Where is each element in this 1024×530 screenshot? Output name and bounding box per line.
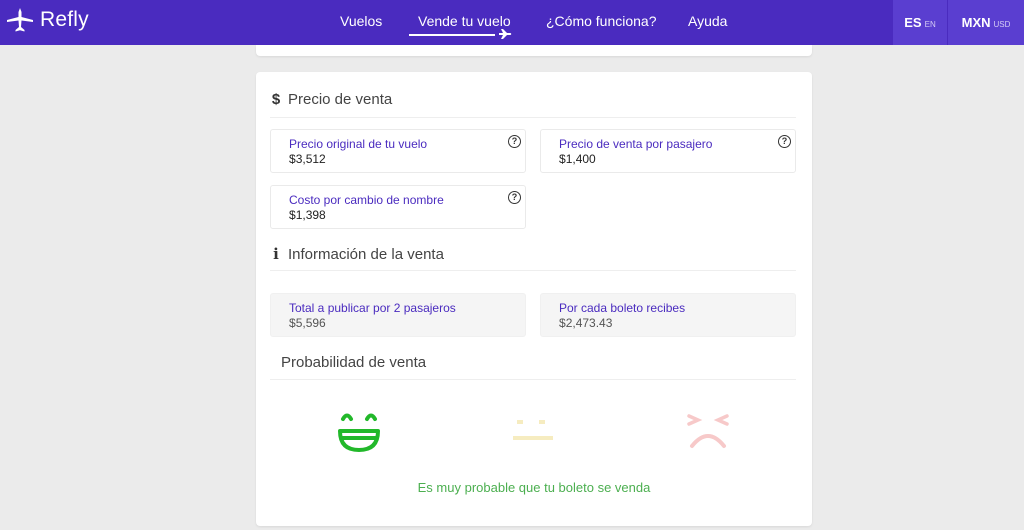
plane-indicator-icon <box>499 29 512 39</box>
probability-message: Es muy probable que tu boleto se venda <box>417 480 651 495</box>
help-icon[interactable]: ? <box>508 191 521 204</box>
divider <box>270 117 796 118</box>
nav-como-funciona[interactable]: ¿Cómo funciona? <box>546 13 657 29</box>
field-label: Precio de venta por pasajero <box>559 137 713 151</box>
currency-symbol: $ <box>289 152 296 166</box>
probability-faces <box>256 407 812 457</box>
original-price-field: Precio original de tu vuelo $3,512 ? <box>270 129 526 173</box>
top-navbar: Refly Vuelos Vende tu vuelo ¿Cómo funcio… <box>0 0 1024 45</box>
per-ticket-value: 2,473.43 <box>565 316 613 330</box>
divider <box>270 270 796 271</box>
sale-price-field: Precio de venta por pasajero $1,400 ? <box>540 129 796 173</box>
info-section-title-text: Información de la venta <box>288 245 444 263</box>
previous-card <box>256 45 812 56</box>
language-selector[interactable]: ES EN <box>893 0 947 45</box>
currency-alt: USD <box>993 19 1011 29</box>
language-selected: ES <box>904 15 922 30</box>
field-value: $3,512 <box>289 152 326 166</box>
logo-text: Refly <box>40 8 89 31</box>
logo[interactable]: Refly <box>6 7 89 33</box>
probability-section-title: Probabilidad de venta <box>281 354 426 371</box>
help-icon[interactable]: ? <box>508 135 521 148</box>
currency-selected: MXN <box>961 15 991 30</box>
language-alt: EN <box>924 19 936 29</box>
info-icon: i <box>273 245 279 263</box>
currency-symbol: $ <box>559 152 566 166</box>
field-label: Por cada boleto recibes <box>559 301 686 315</box>
price-section-title-text: Precio de venta <box>288 91 393 108</box>
nav-ayuda[interactable]: Ayuda <box>688 13 727 29</box>
info-section-title: i Información de la venta <box>270 245 444 263</box>
divider <box>270 379 796 380</box>
name-change-cost-value: 1,398 <box>295 208 326 222</box>
total-publish-field: Total a publicar por 2 pasajeros $5,596 <box>270 293 526 337</box>
per-ticket-field: Por cada boleto recibes $2,473.43 <box>540 293 796 337</box>
field-value: $2,473.43 <box>559 316 612 330</box>
probability-section-title-text: Probabilidad de venta <box>281 354 427 371</box>
airplane-icon <box>7 8 33 32</box>
field-label: Costo por cambio de nombre <box>289 193 444 207</box>
currency-symbol: $ <box>289 208 296 222</box>
field-value: $1,400 <box>559 152 596 166</box>
price-section-title: $ Precio de venta <box>270 91 392 108</box>
nav-vuelos[interactable]: Vuelos <box>340 13 382 29</box>
nav-vende-tu-vuelo[interactable]: Vende tu vuelo <box>418 13 511 29</box>
original-price-value: 3,512 <box>295 152 326 166</box>
sale-card: $ Precio de venta Precio original de tu … <box>256 72 812 526</box>
sale-price-value: 1,400 <box>565 152 596 166</box>
neutral-face-icon <box>513 420 553 440</box>
help-icon[interactable]: ? <box>778 135 791 148</box>
field-value: $5,596 <box>289 316 326 330</box>
field-label: Total a publicar por 2 pasajeros <box>289 301 456 315</box>
happy-face-icon <box>338 413 380 452</box>
field-value: $1,398 <box>289 208 326 222</box>
field-label: Precio original de tu vuelo <box>289 137 428 151</box>
dollar-icon: $ <box>271 91 281 108</box>
name-change-cost-field: Costo por cambio de nombre $1,398 ? <box>270 185 526 229</box>
nav-active-indicator <box>409 34 495 36</box>
currency-symbol: $ <box>289 316 296 330</box>
total-publish-value: 5,596 <box>295 316 326 330</box>
currency-selector[interactable]: MXN USD <box>948 0 1024 45</box>
currency-symbol: $ <box>559 316 566 330</box>
sad-face-icon <box>687 414 729 448</box>
